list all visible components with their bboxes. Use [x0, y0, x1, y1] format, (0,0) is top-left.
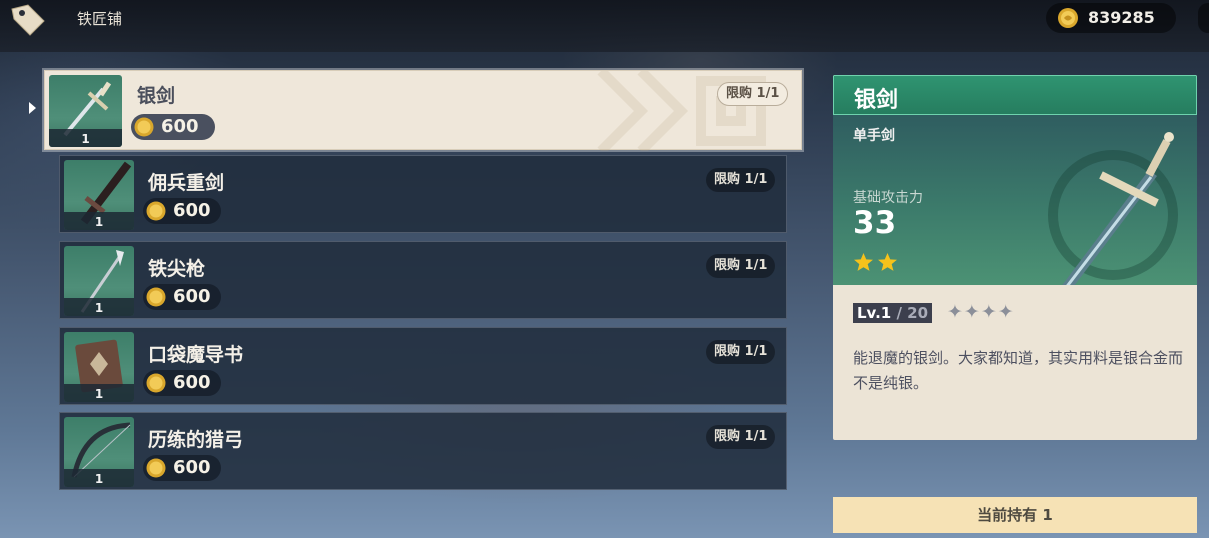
weapon-type: 单手剑: [853, 128, 895, 144]
rarity-star-icon: [878, 253, 897, 271]
mora-coin-icon: [146, 373, 166, 393]
item-name: 佣兵重剑: [148, 172, 225, 194]
owned-count: 当前持有 1: [977, 506, 1053, 524]
item-count: 1: [94, 387, 104, 401]
price-pill: 600: [143, 370, 221, 396]
item-name: 口袋魔导书: [148, 344, 244, 366]
item-price: 600: [173, 372, 211, 393]
detail-title: 银剑: [854, 88, 899, 113]
item-name: 历练的猎弓: [148, 429, 244, 451]
item-price: 600: [173, 286, 211, 307]
mora-coin-icon: [1058, 8, 1078, 28]
price-pill: 600: [143, 284, 221, 310]
item-count: 1: [81, 132, 90, 146]
rarity-star-icon: [854, 253, 873, 271]
purchase-limit-badge: 限购 1/1: [706, 168, 776, 192]
level-max: / 20: [891, 304, 929, 322]
item-thumbnail: 1: [64, 417, 134, 487]
item-thumbnail: 1: [64, 160, 134, 230]
item-name: 铁尖枪: [148, 258, 206, 280]
mora-coin-icon: [146, 287, 166, 307]
mora-coin-icon: [134, 117, 154, 137]
purchase-limit-badge: 限购 1/1: [706, 254, 776, 278]
item-thumbnail: 1: [64, 332, 134, 402]
item-price: 600: [173, 457, 211, 478]
item-count: 1: [94, 472, 104, 486]
purchase-limit-badge: 限购 1/1: [706, 340, 776, 364]
price-pill: 600: [143, 198, 221, 224]
price-pill: 600: [131, 114, 215, 140]
mora-coin-icon: [146, 458, 166, 478]
stat-label: 基础攻击力: [853, 190, 923, 206]
silver-sword-icon: [1048, 132, 1178, 285]
selected-indicator-icon: [29, 102, 36, 114]
item-count: 1: [94, 301, 104, 315]
level-badge: Lv.1 / 20: [853, 303, 933, 323]
item-thumbnail: 1: [64, 246, 134, 316]
price-pill: 600: [143, 455, 221, 481]
item-description: 能退魔的银剑。大家都知道，其实用料是银合金而不是纯银。: [853, 349, 1184, 392]
item-price: 600: [161, 116, 199, 137]
top-bar: 铁匠铺 839285: [0, 0, 1209, 52]
level-current: Lv.1: [857, 304, 892, 322]
shop-item-iron-point[interactable]: 1 铁尖枪 600 限购 1/1: [59, 241, 787, 319]
shop-title: 铁匠铺: [77, 10, 123, 28]
mora-counter: 839285: [1046, 3, 1176, 33]
owned-count-bar: 当前持有 1: [833, 497, 1197, 533]
stat-value: 33: [853, 205, 897, 241]
add-mora-button[interactable]: [1198, 3, 1209, 33]
detail-hero: 单手剑 基础攻击力 33: [833, 115, 1197, 285]
shop-tag-icon: [11, 4, 45, 36]
item-detail-panel: 银剑 单手剑 基础攻击力 33 Lv.1 / 20 ✦✦✦✦ 能退魔的银剑。大家…: [833, 75, 1197, 440]
mora-amount: 839285: [1088, 8, 1155, 27]
item-name: 银剑: [137, 85, 176, 107]
mora-coin-icon: [146, 201, 166, 221]
item-price: 600: [173, 200, 211, 221]
purchase-limit-badge: 限购 1/1: [717, 82, 789, 106]
shop-item-seasoned-hunters-bow[interactable]: 1 历练的猎弓 600 限购 1/1: [59, 412, 787, 490]
shop-item-silver-sword[interactable]: 1 银剑 600 限购 1/1: [44, 70, 802, 151]
refinement-stars-icon: ✦✦✦✦: [947, 301, 1015, 323]
detail-header: 银剑: [833, 75, 1197, 115]
shop-item-mercenary-claymore[interactable]: 1 佣兵重剑 600 限购 1/1: [59, 155, 787, 233]
purchase-limit-badge: 限购 1/1: [706, 425, 776, 449]
item-count: 1: [94, 215, 104, 229]
item-thumbnail: 1: [49, 75, 122, 147]
shop-item-pocket-grimoire[interactable]: 1 口袋魔导书 600 限购 1/1: [59, 327, 787, 405]
